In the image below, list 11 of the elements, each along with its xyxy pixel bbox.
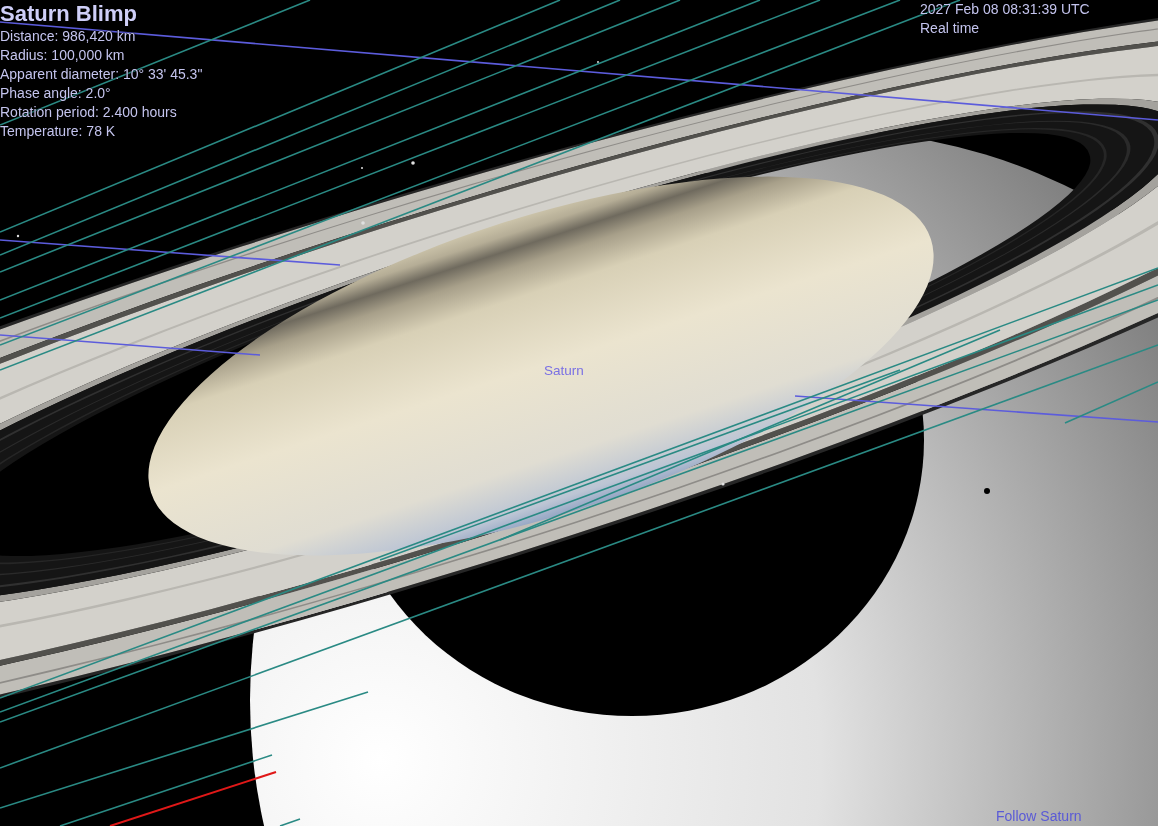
- status-message: Follow Saturn: [996, 808, 1082, 825]
- body-label: Saturn: [544, 363, 584, 378]
- info-line: Radius: 100,000 km: [0, 46, 125, 65]
- orbit-line: [279, 818, 301, 826]
- object-name: Saturn Blimp: [0, 1, 137, 27]
- info-line: Phase angle: 2.0°: [0, 84, 111, 103]
- info-line: Distance: 986,420 km: [0, 27, 136, 46]
- info-line: Apparent diameter: 10° 33' 45.3": [0, 65, 203, 84]
- time-rate: Real time: [920, 19, 980, 38]
- info-line: Temperature: 78 K: [0, 122, 116, 141]
- dot-icon: [984, 488, 990, 494]
